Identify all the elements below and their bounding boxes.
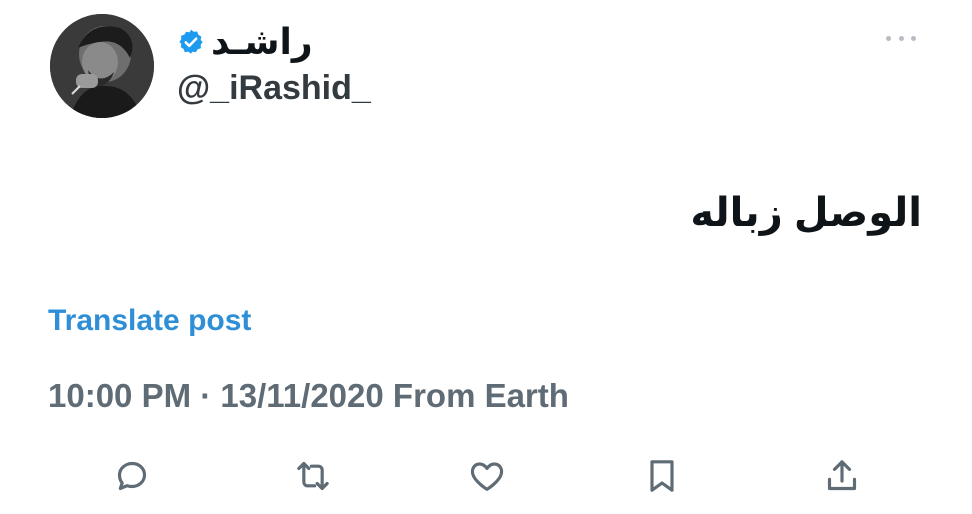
bookmark-icon [650,460,674,492]
bookmark-button[interactable] [638,452,686,500]
like-button[interactable] [463,452,511,500]
share-button[interactable] [818,452,866,500]
share-icon [827,460,857,491]
reply-button[interactable] [108,452,156,500]
like-icon [470,462,504,491]
post-text: الوصل زباله [690,191,922,235]
translate-post-link[interactable]: Translate post [48,302,251,340]
avatar[interactable] [50,14,154,118]
post-timestamp: 10:00 PM · 13/11/2020 From Earth [48,377,569,414]
repost-icon [297,461,329,491]
repost-button[interactable] [289,452,337,500]
display-name[interactable]: راشـد [211,20,313,64]
reply-icon [117,461,147,491]
action-bar [0,452,972,508]
tweet-card: راشـد @_iRashid_ الوصل زباله Translate p… [0,0,972,514]
verified-badge-icon [177,28,205,56]
more-options-icon[interactable] [886,32,916,44]
user-handle[interactable]: @_iRashid_ [177,68,371,108]
display-name-row: راشـد [177,20,313,64]
